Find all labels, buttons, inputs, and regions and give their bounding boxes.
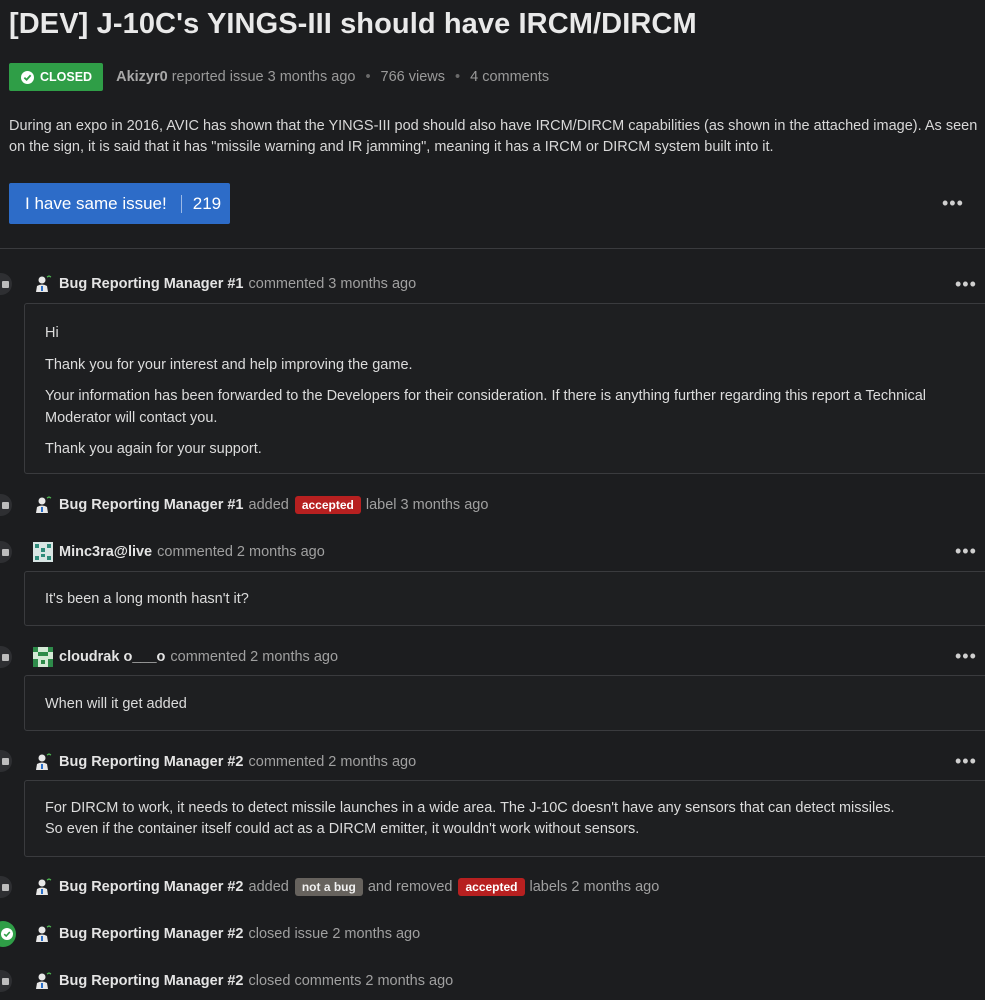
comment-paragraph: When will it get added xyxy=(45,696,187,712)
label-event: Bug Reporting Manager #2 added not a bug… xyxy=(33,877,659,897)
comment-more-menu-icon[interactable]: ••• xyxy=(955,647,977,665)
comment-action: commented 3 months ago xyxy=(248,276,417,292)
comment-author[interactable]: Bug Reporting Manager #1 xyxy=(59,276,244,292)
event-author[interactable]: Bug Reporting Manager #2 xyxy=(59,926,244,942)
status-label: CLOSED xyxy=(40,70,93,84)
comment-paragraph: Your information has been forwarded to t… xyxy=(45,388,926,426)
comment-author[interactable]: Minc3ra@live xyxy=(59,544,152,560)
issue-description: During an expo in 2016, AVIC has shown t… xyxy=(9,118,978,155)
accepted-label[interactable]: accepted xyxy=(458,878,525,896)
accepted-label[interactable]: accepted xyxy=(294,496,361,514)
comment-action: commented 2 months ago xyxy=(157,544,325,560)
comment-author[interactable]: cloudrak o___o xyxy=(59,649,165,665)
event-author[interactable]: Bug Reporting Manager #2 xyxy=(59,879,244,895)
comment-action: commented 2 months ago xyxy=(170,649,339,665)
comment-author[interactable]: Bug Reporting Manager #2 xyxy=(59,754,244,770)
manager-avatar-icon xyxy=(36,496,52,513)
comment-paragraph: It's been a long month hasn't it? xyxy=(45,591,249,607)
label-event-marker-icon xyxy=(0,494,12,516)
manager-avatar-icon xyxy=(36,878,52,895)
comment-body: When will it get added xyxy=(24,675,985,731)
comment-header: Minc3ra@live commented 2 months ago xyxy=(33,542,325,562)
lock-event: Bug Reporting Manager #2 closed comments… xyxy=(33,971,453,991)
comment-more-menu-icon[interactable]: ••• xyxy=(955,542,977,560)
issue-title: [DEV] J-10C's YINGS-III should have IRCM… xyxy=(9,8,697,40)
status-badge: CLOSED xyxy=(9,63,104,91)
not-a-bug-label[interactable]: not a bug xyxy=(294,878,363,896)
comment-action: commented 2 months ago xyxy=(248,754,417,770)
event-author[interactable]: Bug Reporting Manager #2 xyxy=(59,973,244,989)
comments-count: 4 comments xyxy=(470,69,550,85)
label-event-marker-icon xyxy=(0,876,12,898)
comment-marker-icon xyxy=(0,273,12,295)
check-circle-icon xyxy=(21,70,34,84)
comment-paragraph: Hi xyxy=(45,325,59,341)
lock-marker-icon xyxy=(0,970,12,992)
comment-body: Hi Thank you for your interest and help … xyxy=(24,303,985,474)
divider xyxy=(0,248,985,249)
comment-body: For DIRCM to work, it needs to detect mi… xyxy=(24,780,985,857)
reported-text: reported issue 3 months ago xyxy=(171,69,356,85)
comment-paragraph: Thank you again for your support. xyxy=(45,441,262,457)
same-issue-count: 219 xyxy=(192,193,222,213)
comment-marker-icon xyxy=(0,750,12,772)
separator-dot: • xyxy=(365,69,371,85)
same-issue-label: I have same issue! xyxy=(25,193,167,213)
event-text: and removed xyxy=(367,879,453,895)
closed-marker-icon xyxy=(0,921,16,947)
event-text: closed issue 2 months ago xyxy=(248,926,421,942)
manager-avatar-icon xyxy=(36,275,52,292)
label-event: Bug Reporting Manager #1 added accepted … xyxy=(33,495,488,515)
event-text: added xyxy=(248,497,289,513)
comment-marker-icon xyxy=(0,646,12,668)
user-avatar-icon xyxy=(33,647,53,667)
event-text: closed comments 2 months ago xyxy=(248,973,454,989)
close-event: Bug Reporting Manager #2 closed issue 2 … xyxy=(33,924,420,944)
manager-avatar-icon xyxy=(36,925,52,942)
separator-dot: • xyxy=(455,69,461,85)
event-text: added xyxy=(248,879,289,895)
comment-more-menu-icon[interactable]: ••• xyxy=(955,275,977,293)
manager-avatar-icon xyxy=(36,972,52,989)
views-count: 766 views xyxy=(380,69,446,85)
author-link[interactable]: Akizyr0 xyxy=(116,69,168,85)
button-divider xyxy=(180,194,182,213)
comment-more-menu-icon[interactable]: ••• xyxy=(955,752,977,770)
event-text: labels 2 months ago xyxy=(529,879,660,895)
comment-paragraph: So even if the container itself could ac… xyxy=(45,821,640,837)
comment-marker-icon xyxy=(0,541,12,563)
event-author[interactable]: Bug Reporting Manager #1 xyxy=(59,497,244,513)
comment-header: Bug Reporting Manager #2 commented 2 mon… xyxy=(33,752,416,772)
comment-body: It's been a long month hasn't it? xyxy=(24,571,985,626)
event-text: label 3 months ago xyxy=(365,497,489,513)
comment-header: Bug Reporting Manager #1 commented 3 mon… xyxy=(33,274,416,294)
comment-paragraph: Thank you for your interest and help imp… xyxy=(45,357,413,373)
issue-more-menu-icon[interactable]: ••• xyxy=(942,194,964,212)
issue-meta: CLOSED Akizyr0 reported issue 3 months a… xyxy=(9,63,549,91)
comment-paragraph: For DIRCM to work, it needs to detect mi… xyxy=(45,800,895,816)
same-issue-button[interactable]: I have same issue! 219 xyxy=(9,183,230,224)
comment-header: cloudrak o___o commented 2 months ago xyxy=(33,647,338,667)
manager-avatar-icon xyxy=(36,753,52,770)
user-avatar-icon xyxy=(33,542,53,562)
